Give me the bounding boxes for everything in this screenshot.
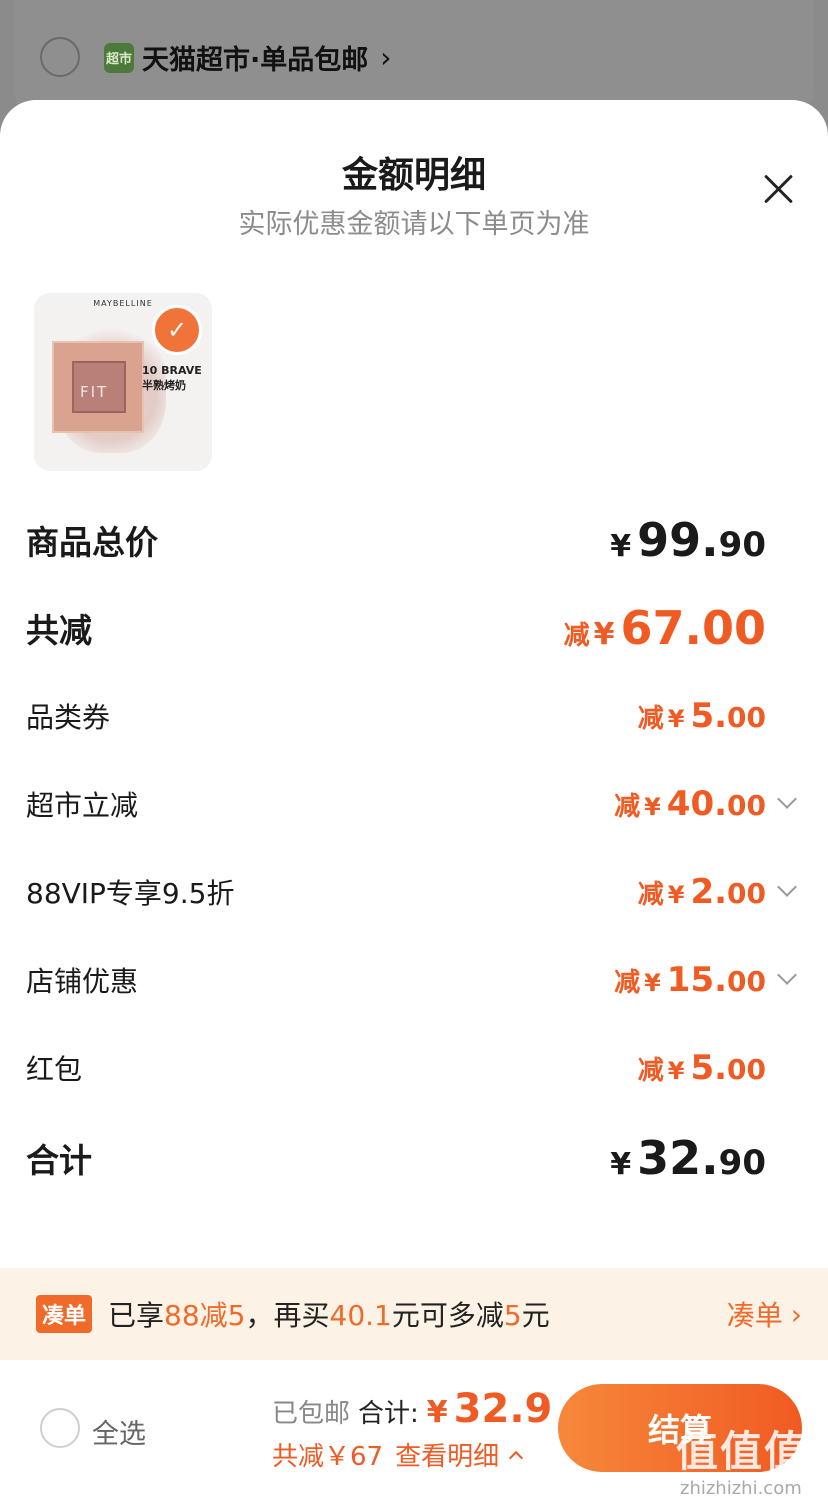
shade-desc: 半熟烤奶 xyxy=(142,379,186,392)
discount-summary: 共减￥67 xyxy=(272,1442,384,1472)
supermarket-discount-value: 减 ¥ 40. 00 xyxy=(614,784,796,824)
view-details-label: 查看明细 xyxy=(395,1442,500,1472)
sheet-subtitle: 实际优惠金额请以下单页为准 xyxy=(238,209,590,240)
tmall-supermarket-logo: 超市 xyxy=(104,42,134,73)
bundle-link[interactable]: 凑单 › xyxy=(727,1294,802,1334)
total-discount-value: 减 ¥ 67. 00 xyxy=(564,601,796,655)
total-row: 合计 ¥ 32. 90 xyxy=(26,1128,796,1188)
store-discount-value: 减 ¥ 15. 00 xyxy=(614,960,796,1000)
row-label: 商品总价 xyxy=(26,523,158,562)
value-int: 99. xyxy=(637,513,719,567)
value-dec: 90 xyxy=(718,525,766,565)
promo-text-part: ，再买 xyxy=(245,1299,330,1332)
select-all-radio[interactable] xyxy=(40,1408,80,1448)
selected-check-icon[interactable]: ✓ xyxy=(152,305,202,355)
vip-discount-row[interactable]: 88VIP专享9.5折 减 ¥ 2. 00 xyxy=(26,862,797,922)
view-details-link[interactable]: 共减￥67 查看明细 xyxy=(272,1436,524,1473)
shade-name: 10 BRAVE xyxy=(142,364,202,377)
currency-symbol: ¥ xyxy=(610,1147,632,1182)
minus-prefix: 减 xyxy=(614,968,641,998)
product-label: FIT xyxy=(80,383,109,401)
promo-text-part: 已享 xyxy=(108,1299,165,1332)
free-shipping-label: 已包邮 xyxy=(272,1399,351,1429)
total-discount-row: 共减 减 ¥ 67. 00 xyxy=(26,598,796,658)
value-int: 2. xyxy=(690,872,728,912)
chevron-right-icon: › xyxy=(790,1297,802,1331)
subtotal-row: 商品总价 ¥ 99. 90 xyxy=(26,510,796,570)
product-thumbnail[interactable]: MAYBELLINE FIT ✓ 10 BRAVE 半熟烤奶 xyxy=(34,293,212,471)
row-label: 合计 xyxy=(26,1141,92,1180)
promo-text-part: 元可多减 xyxy=(391,1299,504,1332)
value-int: 32. xyxy=(637,1131,719,1185)
promo-deal: 88减5 xyxy=(164,1299,246,1332)
value-dec: 00 xyxy=(727,701,766,734)
chevron-right-icon: › xyxy=(380,41,392,74)
red-packet-value: 减 ¥ 5. 00 xyxy=(638,1048,796,1088)
row-label: 超市立减 xyxy=(26,789,139,822)
store-header[interactable]: 超市 天猫超市·单品包邮 › xyxy=(104,38,391,77)
total-amount-value: 32.9 xyxy=(453,1386,553,1432)
value-dec: 00 xyxy=(727,789,766,822)
compact-pan: FIT xyxy=(72,361,126,413)
promo-extra-discount: 5 xyxy=(503,1299,522,1332)
currency-symbol: ¥ xyxy=(667,881,685,909)
store-name: 天猫超市·单品包邮 xyxy=(142,45,369,76)
red-packet-row: 红包 减 ¥ 5. 00 xyxy=(26,1038,796,1098)
row-label: 品类券 xyxy=(26,701,111,734)
currency-symbol: ¥ xyxy=(644,969,661,997)
value-dec: 90 xyxy=(718,1143,766,1183)
value-dec: 00 xyxy=(701,601,766,655)
currency-symbol: ¥ xyxy=(644,793,661,821)
value-int: 15. xyxy=(666,960,728,1000)
close-icon[interactable] xyxy=(760,170,798,208)
minus-prefix: 减 xyxy=(637,704,664,734)
value-dec: 00 xyxy=(727,965,766,998)
watermark-url: zhizhizhi.com xyxy=(680,1478,802,1499)
row-label: 店铺优惠 xyxy=(26,965,139,998)
supermarket-discount-row[interactable]: 超市立减 减 ¥ 40. 00 xyxy=(26,774,797,834)
subtotal-value: ¥ 99. 90 xyxy=(610,513,796,567)
total-label: 合计: xyxy=(358,1399,419,1429)
store-discount-row[interactable]: 店铺优惠 减 ¥ 15. 00 xyxy=(26,950,797,1010)
total-amount: ¥32.9 xyxy=(427,1386,553,1432)
minus-prefix: 减 xyxy=(637,880,664,910)
currency-symbol: ¥ xyxy=(667,705,685,733)
minus-prefix: 减 xyxy=(614,792,641,822)
watermark: 值值值 xyxy=(676,1427,809,1476)
currency-symbol: ¥ xyxy=(426,1395,448,1430)
row-label: 红包 xyxy=(26,1053,83,1086)
value-int: 40. xyxy=(666,784,728,824)
compact-image: FIT xyxy=(52,341,144,433)
promo-amount: 40.1 xyxy=(329,1299,392,1332)
promo-text: 已享88减5，再买40.1元可多减5元 xyxy=(108,1294,727,1334)
category-coupon-value: 减 ¥ 5. 00 xyxy=(638,696,796,736)
row-label: 共减 xyxy=(26,611,92,650)
bundle-link-label: 凑单 xyxy=(726,1299,783,1332)
chevron-up-icon xyxy=(509,1450,524,1465)
promo-tag: 凑单 xyxy=(36,1295,93,1333)
product-shade: 10 BRAVE 半熟烤奶 xyxy=(142,363,202,393)
store-select-radio[interactable] xyxy=(40,37,80,77)
currency-symbol: ¥ xyxy=(667,1057,685,1085)
currency-symbol: ¥ xyxy=(610,529,632,564)
minus-prefix: 减 xyxy=(637,1056,664,1086)
currency-symbol: ¥ xyxy=(593,617,615,652)
vip-discount-value: 减 ¥ 2. 00 xyxy=(638,872,796,912)
value-int: 67. xyxy=(620,601,702,655)
value-dec: 00 xyxy=(727,1053,766,1086)
total-summary: 已包邮 合计: ¥32.9 xyxy=(272,1386,552,1432)
promo-text-part: 元 xyxy=(521,1299,550,1332)
total-value: ¥ 32. 90 xyxy=(610,1131,796,1185)
row-label: 88VIP专享9.5折 xyxy=(26,877,235,910)
select-all-label[interactable]: 全选 xyxy=(92,1412,146,1451)
category-coupon-row: 品类券 减 ¥ 5. 00 xyxy=(26,686,796,746)
value-dec: 00 xyxy=(727,877,766,910)
value-int: 5. xyxy=(690,1048,728,1088)
value-int: 5. xyxy=(690,696,728,736)
sheet-title: 金额明细 xyxy=(341,155,486,196)
minus-prefix: 减 xyxy=(563,621,590,651)
bundle-promo-bar: 凑单 已享88减5，再买40.1元可多减5元 凑单 › xyxy=(0,1268,828,1360)
